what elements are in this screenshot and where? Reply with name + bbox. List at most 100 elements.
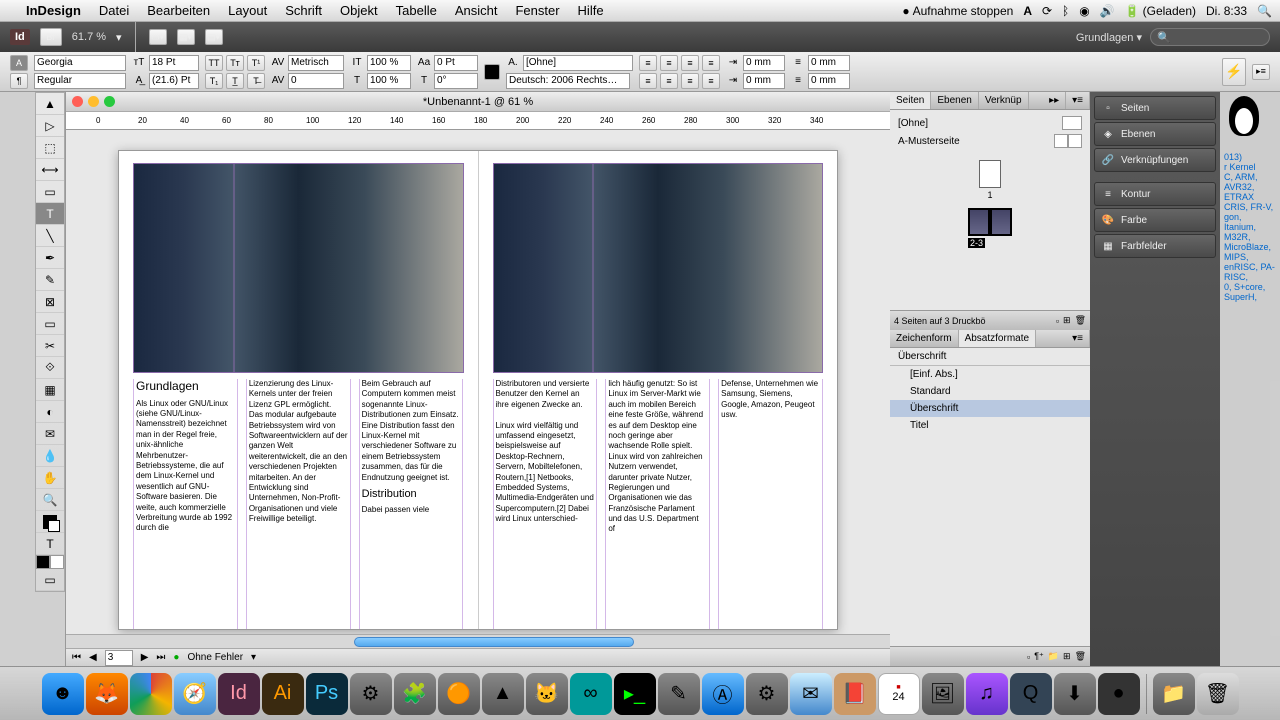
language-input[interactable] xyxy=(506,73,630,89)
page-nav-last-icon[interactable]: ⏭ xyxy=(156,652,165,663)
style-standard[interactable]: Standard xyxy=(890,383,1090,400)
workspace-switcher[interactable]: Grundlagen ▾ xyxy=(1076,31,1142,44)
formatting-container-icon[interactable]: T xyxy=(36,533,64,555)
preflight-dropdown-icon[interactable]: ▾ xyxy=(251,652,256,663)
master-a-row[interactable]: A-Musterseite xyxy=(894,132,1086,150)
justify-left-icon[interactable]: ≡ xyxy=(639,73,657,89)
space-after-input[interactable] xyxy=(808,73,850,89)
hand-tool-icon[interactable]: ✋ xyxy=(36,467,64,489)
quick-apply-icon[interactable]: ⚡ xyxy=(1222,58,1246,86)
scissors-tool-icon[interactable]: ✂ xyxy=(36,335,64,357)
view-mode-icon[interactable]: ▭ xyxy=(36,569,64,591)
tab-absatzformate[interactable]: Absatzformate xyxy=(959,330,1036,347)
dock-itunes-icon[interactable]: ♫ xyxy=(966,673,1008,715)
zoom-dropdown-icon[interactable]: ▾ xyxy=(116,31,122,44)
space-before-input[interactable] xyxy=(808,55,850,71)
tracking-input[interactable] xyxy=(288,73,344,89)
font-family-input[interactable] xyxy=(34,55,126,71)
dock-chrome-icon[interactable] xyxy=(130,673,172,715)
kerning-input[interactable] xyxy=(288,55,344,71)
leading-input[interactable] xyxy=(149,73,199,89)
page-thumb-2-3[interactable]: 2-3 xyxy=(968,208,1012,249)
side-panel-farbe[interactable]: 🎨Farbe xyxy=(1094,208,1216,232)
underline-icon[interactable]: T̲ xyxy=(226,73,244,89)
para-formatting-icon[interactable]: ¶ xyxy=(10,73,28,89)
document-canvas[interactable]: Grundlagen Als Linux oder GNU/Linux (sie… xyxy=(66,130,890,634)
note-tool-icon[interactable]: ✉ xyxy=(36,423,64,445)
dock-app-6-icon[interactable]: ● xyxy=(1098,673,1140,715)
small-caps-icon[interactable]: Tᴛ xyxy=(226,55,244,71)
line-tool-icon[interactable]: ╲ xyxy=(36,225,64,247)
text-column-3[interactable]: Beim Gebrauch auf Computern kommen meist… xyxy=(359,379,464,629)
help-search[interactable]: 🔍 xyxy=(1150,28,1270,46)
dock-photoshop-icon[interactable]: Ps xyxy=(306,673,348,715)
justify-right-icon[interactable]: ≡ xyxy=(681,73,699,89)
zoom-level[interactable]: 61.7 % xyxy=(72,31,106,43)
app-name[interactable]: InDesign xyxy=(26,3,81,18)
fill-stroke-icon[interactable] xyxy=(36,511,64,533)
edit-page-size-icon[interactable]: ▫ xyxy=(1056,316,1059,326)
tab-ebenen[interactable]: Ebenen xyxy=(931,92,978,109)
delete-style-icon[interactable]: 🗑 xyxy=(1075,651,1086,662)
dock-app-4-icon[interactable]: ✎ xyxy=(658,673,700,715)
dock-appstore-icon[interactable]: Ⓐ xyxy=(702,673,744,715)
gap-tool-icon[interactable]: ⟷ xyxy=(36,159,64,181)
horizontal-ruler[interactable]: 0204060801001201401601802002202402602803… xyxy=(66,112,890,130)
skew-input[interactable] xyxy=(434,73,478,89)
bluetooth-icon[interactable]: ᛒ xyxy=(1062,4,1069,18)
view-options-icon[interactable]: ▭▾ xyxy=(149,29,167,45)
menu-bearbeiten[interactable]: Bearbeiten xyxy=(147,3,210,18)
dock-preferences-icon[interactable]: ⚙ xyxy=(746,673,788,715)
color-apply-icon[interactable] xyxy=(36,555,64,569)
zoom-tool-icon[interactable]: 🔍 xyxy=(36,489,64,511)
preflight-status-icon[interactable]: ● xyxy=(173,652,179,663)
page-nav-next-icon[interactable]: ▶ xyxy=(141,652,149,663)
dock-preview-icon[interactable]: 🖼 xyxy=(922,673,964,715)
menu-layout[interactable]: Layout xyxy=(228,3,267,18)
menu-datei[interactable]: Datei xyxy=(99,3,129,18)
style-basic-paragraph[interactable]: [Einf. Abs.] xyxy=(890,366,1090,383)
text-column-2[interactable]: Lizenzierung des Linux-Kernels unter der… xyxy=(246,379,351,629)
dock-app-3-icon[interactable]: 🟠 xyxy=(438,673,480,715)
text-column-6[interactable]: Defense, Unternehmen wie Samsung, Siemen… xyxy=(718,379,823,629)
style-titel[interactable]: Titel xyxy=(890,417,1090,434)
dock-trash-icon[interactable]: 🗑 xyxy=(1197,673,1239,715)
side-panel-kontur[interactable]: ≡Kontur xyxy=(1094,182,1216,206)
text-column-1[interactable]: Grundlagen Als Linux oder GNU/Linux (sie… xyxy=(133,379,238,629)
battery-icon[interactable]: 🔋 (Geladen) xyxy=(1125,4,1196,18)
dock-folder-icon[interactable]: 📁 xyxy=(1153,673,1195,715)
justify-all-icon[interactable]: ≡ xyxy=(702,73,720,89)
indent-left-input[interactable] xyxy=(743,55,785,71)
text-column-5[interactable]: lich häufig genutzt: So ist Linux im Ser… xyxy=(605,379,710,629)
side-panel-verknuepfungen[interactable]: 🔗Verknüpfungen xyxy=(1094,148,1216,172)
align-left-icon[interactable]: ≡ xyxy=(639,55,657,71)
tab-verknuepfungen[interactable]: Verknüp xyxy=(979,92,1029,109)
new-style-icon[interactable]: ⊞ xyxy=(1063,651,1071,662)
vscale-input[interactable] xyxy=(367,55,411,71)
char-formatting-icon[interactable]: A xyxy=(10,55,28,71)
delete-page-icon[interactable]: 🗑 xyxy=(1075,315,1086,326)
page-thumb-1[interactable]: 1 xyxy=(979,160,1001,200)
gradient-swatch-tool-icon[interactable]: ▦ xyxy=(36,379,64,401)
indent-first-input[interactable] xyxy=(743,73,785,89)
screen-mode-icon[interactable]: ▦▾ xyxy=(177,29,195,45)
hero-image-frame[interactable] xyxy=(133,163,464,373)
dock-indesign-icon[interactable]: Id xyxy=(218,673,260,715)
dock-illustrator-icon[interactable]: Ai xyxy=(262,673,304,715)
arrange-icon[interactable]: ▤▾ xyxy=(205,29,223,45)
wifi-icon[interactable]: ◉ xyxy=(1079,4,1089,18)
page-nav-prev-icon[interactable]: ◀ xyxy=(89,652,97,663)
style-ueberschrift[interactable]: Überschrift xyxy=(890,400,1090,417)
all-caps-icon[interactable]: TT xyxy=(205,55,223,71)
page-tool-icon[interactable]: ⬚ xyxy=(36,137,64,159)
superscript-icon[interactable]: T¹ xyxy=(247,55,265,71)
subscript-icon[interactable]: T₁ xyxy=(205,73,223,89)
baseline-input[interactable] xyxy=(434,55,478,71)
current-page-input[interactable] xyxy=(105,650,133,666)
recording-indicator[interactable]: ● Aufnahme stoppen xyxy=(902,4,1013,18)
pen-tool-icon[interactable]: ✒ xyxy=(36,247,64,269)
clock[interactable]: Di. 8:33 xyxy=(1206,4,1247,18)
hscale-input[interactable] xyxy=(367,73,411,89)
justify-center-icon[interactable]: ≡ xyxy=(660,73,678,89)
justify-icon[interactable]: ≡ xyxy=(702,55,720,71)
